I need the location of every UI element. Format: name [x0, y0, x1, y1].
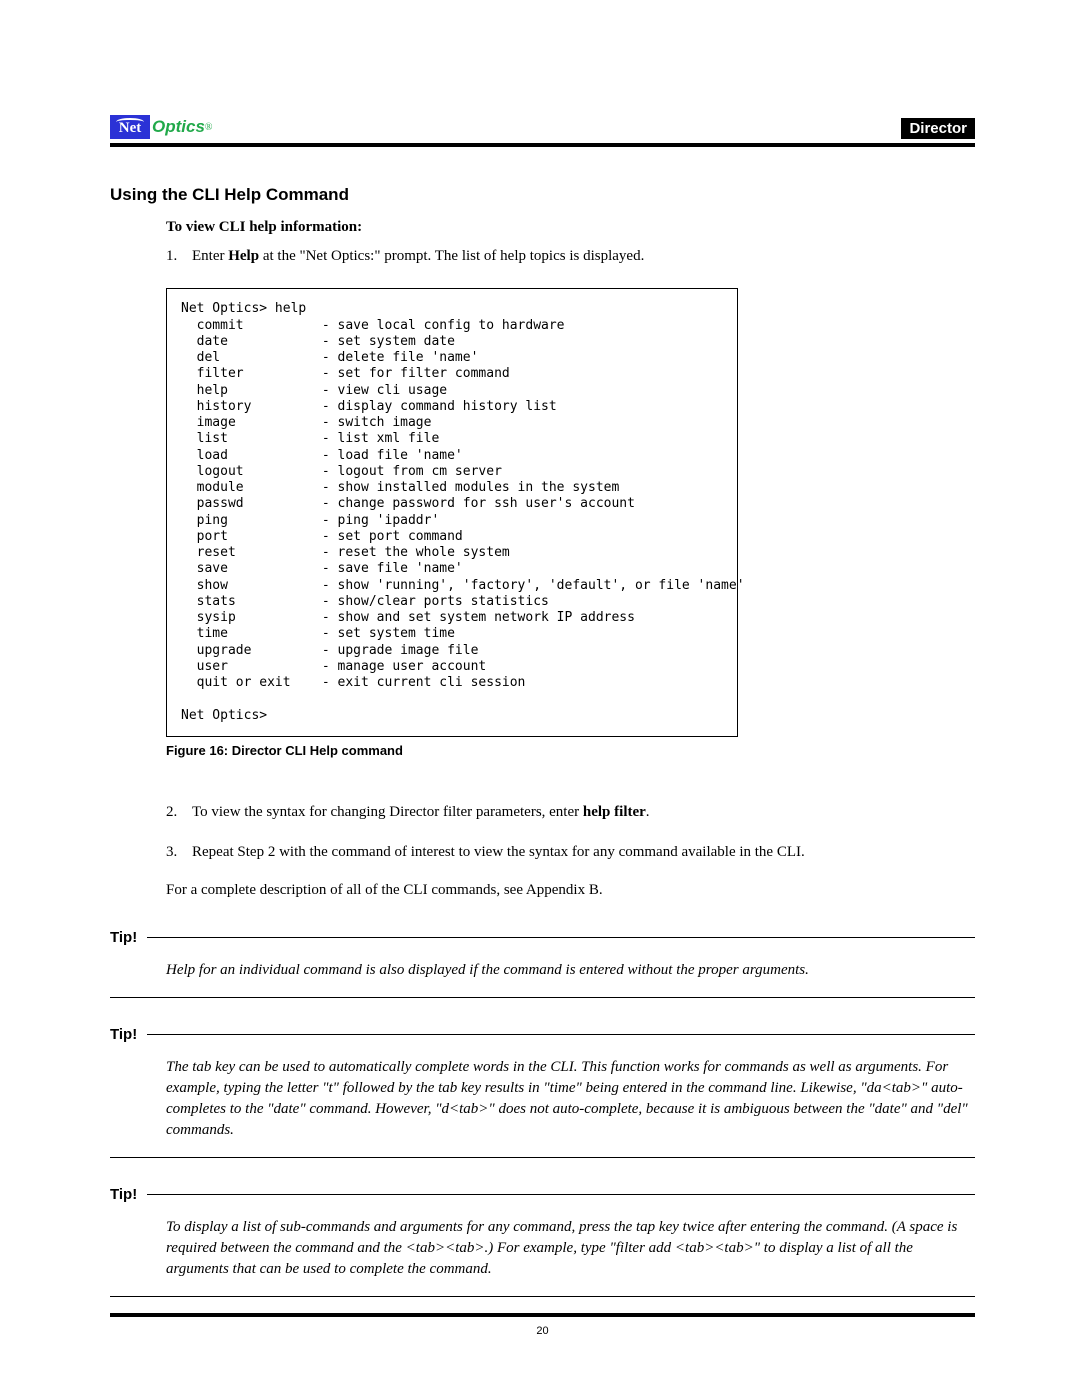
figure-caption: Figure 16: Director CLI Help command: [166, 743, 975, 758]
logo-net-box: Net: [110, 115, 150, 139]
body-content: To view CLI help information: 1. Enter H…: [166, 219, 975, 901]
step-2-number: 2.: [166, 802, 182, 822]
step-2: 2. To view the syntax for changing Direc…: [166, 802, 975, 822]
page-header: Net Optics® Director: [110, 115, 975, 147]
tip-3-text: To display a list of sub-commands and ar…: [166, 1217, 975, 1280]
section-title: Using the CLI Help Command: [110, 185, 975, 205]
tip-label: Tip!: [110, 1026, 137, 1043]
step-2-text: To view the syntax for changing Director…: [192, 802, 650, 822]
tip-rule: [147, 1034, 975, 1035]
director-badge: Director: [901, 118, 975, 139]
page: Net Optics® Director Using the CLI Help …: [0, 0, 1080, 1397]
logo: Net Optics®: [110, 115, 213, 139]
step-3-number: 3.: [166, 842, 182, 862]
tip-2-text: The tab key can be used to automatically…: [166, 1057, 975, 1141]
tip-label: Tip!: [110, 929, 137, 946]
tip-1-text: Help for an individual command is also d…: [166, 960, 975, 981]
cli-output-box: Net Optics> help commit - save local con…: [166, 288, 738, 737]
tip-rule: [147, 1194, 975, 1195]
tip-rule: [147, 937, 975, 938]
tip-header: Tip!: [110, 1026, 975, 1043]
tip-bottom-rule: [110, 1296, 975, 1297]
tip-label: Tip!: [110, 1186, 137, 1203]
logo-registered-icon: ®: [205, 122, 213, 133]
tip-block-1: Tip! Help for an individual command is a…: [110, 929, 975, 998]
tip-header: Tip!: [110, 1186, 975, 1203]
page-number: 20: [536, 1325, 548, 1337]
view-help-subtitle: To view CLI help information:: [166, 219, 975, 236]
step-3-text: Repeat Step 2 with the command of intere…: [192, 842, 805, 862]
step-1-text: Enter Help at the "Net Optics:" prompt. …: [192, 246, 644, 266]
tip-header: Tip!: [110, 929, 975, 946]
logo-net-text: Net: [119, 120, 142, 137]
appendix-paragraph: For a complete description of all of the…: [166, 880, 975, 900]
tip-bottom-rule: [110, 997, 975, 998]
tip-block-3: Tip! To display a list of sub-commands a…: [110, 1186, 975, 1297]
step-3: 3. Repeat Step 2 with the command of int…: [166, 842, 975, 862]
page-footer: 20: [110, 1313, 975, 1337]
logo-optics-text: Optics: [152, 117, 205, 137]
step-1-number: 1.: [166, 246, 182, 266]
step-1: 1. Enter Help at the "Net Optics:" promp…: [166, 246, 975, 266]
tip-bottom-rule: [110, 1157, 975, 1158]
tip-block-2: Tip! The tab key can be used to automati…: [110, 1026, 975, 1158]
